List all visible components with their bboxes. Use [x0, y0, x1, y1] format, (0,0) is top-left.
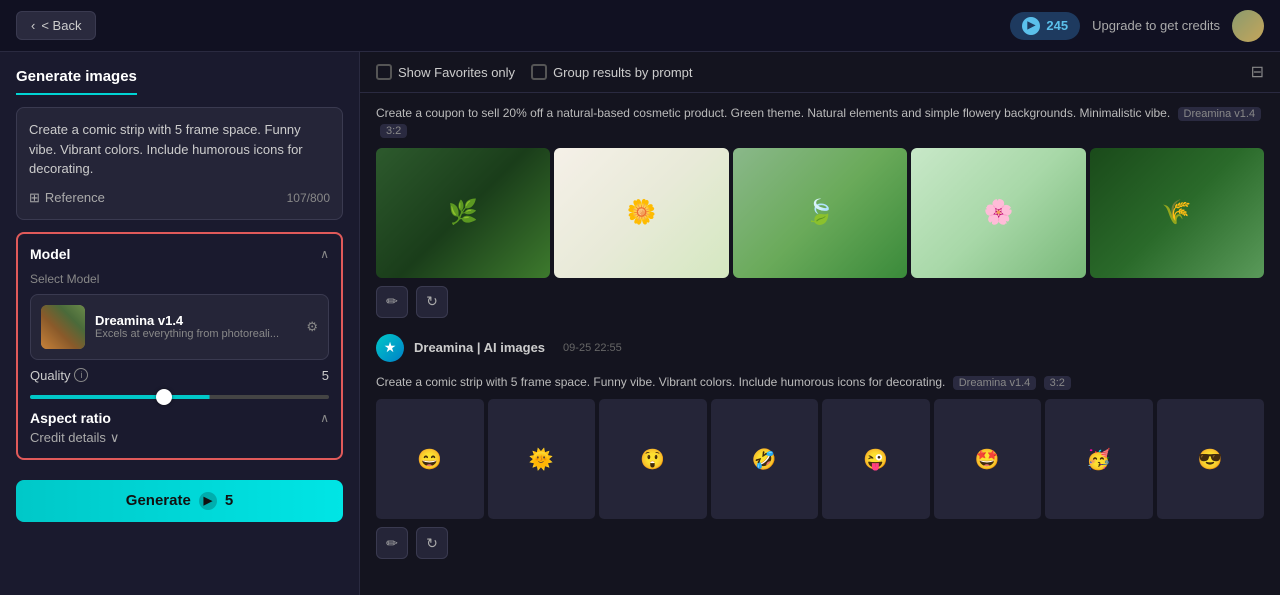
comic-image-1[interactable]: 😄 — [376, 399, 484, 519]
quality-slider[interactable] — [30, 395, 329, 399]
prompt-text: Create a comic strip with 5 frame space.… — [29, 120, 330, 179]
model-section: Model ∧ Select Model Dreamina v1.4 Excel… — [16, 232, 343, 460]
comic-image-8[interactable]: 😎 — [1157, 399, 1265, 519]
show-favorites-row: Show Favorites only — [376, 64, 515, 80]
sidebar-title: Generate images — [16, 68, 343, 95]
sidebar: Generate images Create a comic strip wit… — [0, 52, 360, 595]
back-label: < Back — [41, 18, 81, 33]
prompt-footer: ⊞ Reference 107/800 — [29, 189, 330, 207]
aspect-ratio-label: Aspect ratio — [30, 410, 111, 426]
info-icon: i — [74, 368, 88, 382]
quality-slider-container — [30, 387, 329, 402]
result-group-cosmetic: Create a coupon to sell 20% off a natura… — [376, 105, 1264, 318]
comic-image-5[interactable]: 😜 — [822, 399, 930, 519]
comic-image-grid: 😄 🌞 😲 🤣 😜 🤩 — [376, 399, 1264, 519]
result-source: Dreamina | AI images — [414, 340, 545, 355]
prompt-box[interactable]: Create a comic strip with 5 frame space.… — [16, 107, 343, 220]
select-model-label: Select Model — [30, 272, 329, 286]
char-count: 107/800 — [287, 189, 330, 207]
comic-image-3[interactable]: 😲 — [599, 399, 707, 519]
result-model-tag-comic: Dreamina v1.4 — [953, 376, 1037, 390]
result-ratio-tag-comic: 3:2 — [1044, 376, 1071, 390]
result-date: 09-25 — [563, 342, 591, 354]
quality-row: Quality i 5 — [30, 368, 329, 383]
credits-count: 245 — [1046, 18, 1068, 33]
group-by-prompt-label: Group results by prompt — [553, 65, 692, 80]
show-favorites-checkbox[interactable] — [376, 64, 392, 80]
credits-icon: ▶ — [1022, 17, 1040, 35]
comic-image-4[interactable]: 🤣 — [711, 399, 819, 519]
result-ratio-tag-cosmetic: 3:2 — [380, 124, 407, 138]
cosmetic-image-4[interactable]: 🌸 — [911, 148, 1085, 278]
credit-details-label: Credit details — [30, 430, 106, 445]
chevron-up-icon[interactable]: ∧ — [320, 247, 329, 261]
comic-action-row: ✏ ↻ — [376, 527, 1264, 559]
refresh-button-comic[interactable]: ↻ — [416, 527, 448, 559]
generate-label: Generate — [126, 492, 191, 509]
cosmetic-image-row: 🌿 🌼 🍃 🌸 🌾 — [376, 148, 1264, 278]
aspect-ratio-row: Aspect ratio ∧ — [30, 410, 329, 426]
comic-image-6[interactable]: 🤩 — [934, 399, 1042, 519]
quality-label: Quality i — [30, 368, 88, 383]
model-section-title: Model — [30, 246, 70, 262]
quality-value: 5 — [322, 368, 329, 383]
generate-cost-badge: ▶ — [199, 492, 217, 510]
comic-image-2[interactable]: 🌞 — [488, 399, 596, 519]
cosmetic-action-row: ✏ ↻ — [376, 286, 1264, 318]
avatar[interactable] — [1232, 10, 1264, 42]
result-prompt-comic: Create a comic strip with 5 frame space.… — [376, 374, 1264, 391]
cosmetic-image-5[interactable]: 🌾 — [1090, 148, 1264, 278]
save-icon-button[interactable]: ⊟ — [1251, 62, 1264, 82]
comic-image-7[interactable]: 🥳 — [1045, 399, 1153, 519]
result-group-comic: ★ Dreamina | AI images 09-25 22:55 Creat… — [376, 334, 1264, 559]
generate-cost: 5 — [225, 492, 233, 509]
result-header-comic: ★ Dreamina | AI images 09-25 22:55 — [376, 334, 1264, 362]
dreamina-icon: ★ — [376, 334, 404, 362]
reference-icon: ⊞ — [29, 190, 40, 206]
model-desc: Excels at everything from photoreali... — [95, 328, 296, 340]
group-by-prompt-checkbox[interactable] — [531, 64, 547, 80]
model-info: Dreamina v1.4 Excels at everything from … — [95, 313, 296, 340]
group-by-prompt-row: Group results by prompt — [531, 64, 692, 80]
credits-badge: ▶ 245 — [1010, 12, 1080, 40]
edit-button-comic[interactable]: ✏ — [376, 527, 408, 559]
topbar: ‹ < Back ▶ 245 Upgrade to get credits — [0, 0, 1280, 52]
toolbar: Show Favorites only Group results by pro… — [360, 52, 1280, 93]
generate-button[interactable]: Generate ▶ 5 — [16, 480, 343, 522]
reference-label: Reference — [45, 190, 105, 205]
main-layout: Generate images Create a comic strip wit… — [0, 52, 1280, 595]
refresh-button-cosmetic[interactable]: ↻ — [416, 286, 448, 318]
gallery-area: Create a coupon to sell 20% off a natura… — [360, 93, 1280, 595]
model-card[interactable]: Dreamina v1.4 Excels at everything from … — [30, 294, 329, 360]
back-button[interactable]: ‹ < Back — [16, 11, 96, 40]
cosmetic-image-2[interactable]: 🌼 — [554, 148, 728, 278]
topbar-right: ▶ 245 Upgrade to get credits — [1010, 10, 1264, 42]
generate-icon-symbol: ▶ — [204, 494, 212, 507]
aspect-chevron-up-icon[interactable]: ∧ — [320, 411, 329, 425]
content-area: Show Favorites only Group results by pro… — [360, 52, 1280, 595]
result-time-val: 22:55 — [594, 342, 622, 354]
credit-details-chevron-icon: ∨ — [110, 430, 120, 446]
back-icon: ‹ — [31, 18, 35, 33]
upgrade-button[interactable]: Upgrade to get credits — [1092, 18, 1220, 33]
upgrade-label: Upgrade to get credits — [1092, 18, 1220, 33]
result-model-tag-cosmetic: Dreamina v1.4 — [1178, 107, 1262, 121]
edit-button-cosmetic[interactable]: ✏ — [376, 286, 408, 318]
cosmetic-image-3[interactable]: 🍃 — [733, 148, 907, 278]
settings-icon[interactable]: ⚙ — [306, 319, 318, 335]
show-favorites-label: Show Favorites only — [398, 65, 515, 80]
credit-details-row[interactable]: Credit details ∨ — [30, 430, 329, 446]
result-prompt-cosmetic: Create a coupon to sell 20% off a natura… — [376, 105, 1264, 140]
cosmetic-image-1[interactable]: 🌿 — [376, 148, 550, 278]
section-header: Model ∧ — [30, 246, 329, 262]
model-thumbnail — [41, 305, 85, 349]
model-name: Dreamina v1.4 — [95, 313, 296, 328]
reference-button[interactable]: ⊞ Reference — [29, 190, 105, 206]
